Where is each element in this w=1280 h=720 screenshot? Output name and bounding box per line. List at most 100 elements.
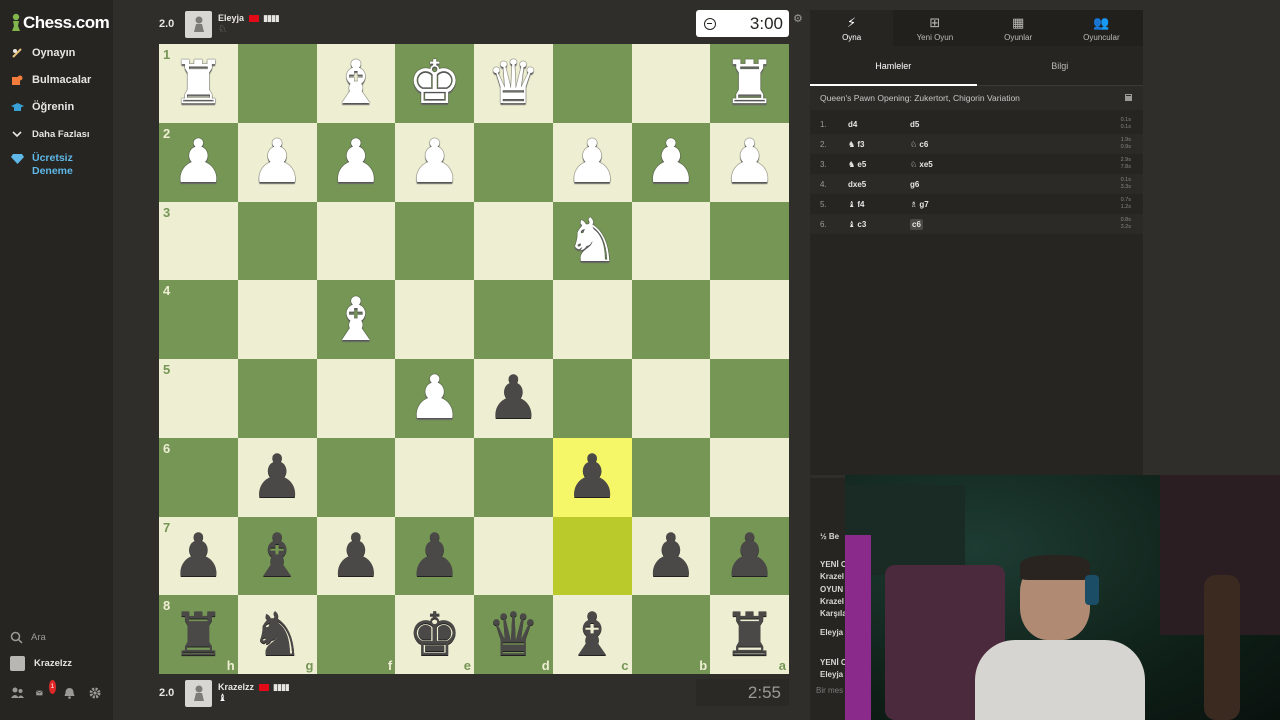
square-c4[interactable]	[552, 280, 632, 359]
white-pawn-piece[interactable]: ♟	[395, 123, 474, 202]
square-g4[interactable]	[237, 280, 317, 359]
square-f2[interactable]: ♟	[316, 122, 396, 202]
square-f7[interactable]: ♟	[316, 516, 396, 596]
white-move[interactable]: ♞ f3	[848, 140, 910, 149]
white-bishop-piece[interactable]: ♝	[317, 44, 396, 123]
black-pawn-piece[interactable]: ♟	[474, 359, 553, 438]
square-a8[interactable]: a ♜	[710, 595, 789, 674]
sidebar-user[interactable]: Krazelzz	[10, 656, 72, 671]
gear-icon[interactable]	[88, 686, 102, 700]
square-d2[interactable]	[474, 122, 553, 202]
square-a3[interactable]	[710, 201, 789, 281]
square-d4[interactable]	[474, 280, 553, 359]
square-h6[interactable]: 6	[159, 437, 238, 517]
white-move[interactable]: dxe5	[848, 180, 910, 189]
square-e5[interactable]: ♟	[395, 359, 474, 438]
black-pawn-piece[interactable]: ♟	[710, 517, 789, 596]
player-name[interactable]: Krazelzz	[218, 682, 254, 692]
tab-moves[interactable]: Hamleler	[810, 46, 977, 86]
black-move[interactable]: d5	[910, 120, 970, 129]
white-move[interactable]: ♞ e5	[848, 160, 910, 169]
square-c7[interactable]	[552, 516, 632, 596]
square-a4[interactable]	[710, 280, 789, 359]
board-settings-gear-icon[interactable]: ⚙	[793, 12, 803, 25]
chat-input[interactable]: Bir mes	[810, 686, 846, 695]
white-rook-piece[interactable]: ♜	[710, 44, 789, 123]
white-pawn-piece[interactable]: ♟	[395, 359, 474, 438]
black-bishop-piece[interactable]: ♝	[553, 595, 632, 674]
tab-info[interactable]: Bilgi	[977, 46, 1144, 85]
black-pawn-piece[interactable]: ♟	[238, 438, 317, 517]
square-c1[interactable]	[552, 44, 632, 123]
black-move[interactable]: ♗ g7	[910, 200, 970, 209]
square-g6[interactable]: ♟	[237, 437, 317, 517]
opening-name[interactable]: Queen's Pawn Opening: Zukertort, Chigori…	[820, 93, 1020, 103]
square-b1[interactable]	[631, 44, 711, 123]
square-f6[interactable]	[316, 437, 396, 517]
white-pawn-piece[interactable]: ♟	[632, 123, 711, 202]
white-pawn-piece[interactable]: ♟	[710, 123, 789, 202]
tab-games[interactable]: ▦ Oyunlar	[977, 10, 1060, 46]
sidebar-item-more[interactable]: Daha Fazlası	[10, 127, 90, 141]
square-d8[interactable]: d ♛	[474, 595, 553, 674]
black-pawn-piece[interactable]: ♟	[317, 517, 396, 596]
white-rook-piece[interactable]: ♜	[159, 44, 238, 123]
square-h4[interactable]: 4	[159, 280, 238, 359]
square-b4[interactable]	[631, 280, 711, 359]
black-pawn-piece[interactable]: ♟	[159, 517, 238, 596]
white-knight-piece[interactable]: ♞	[553, 202, 632, 281]
white-pawn-piece[interactable]: ♟	[238, 123, 317, 202]
square-d6[interactable]	[474, 437, 553, 517]
sidebar-item-learn[interactable]: Öğrenin	[10, 100, 74, 114]
sidebar-item-puzzles[interactable]: Bulmacalar	[10, 73, 91, 87]
square-f5[interactable]	[316, 359, 396, 438]
tab-play[interactable]: ⚡ Oyna	[810, 10, 894, 46]
white-pawn-piece[interactable]: ♟	[317, 123, 396, 202]
square-h5[interactable]: 5	[159, 359, 238, 438]
square-h3[interactable]: 3	[159, 201, 238, 281]
sidebar-item-free-trial[interactable]: Ücretsiz Deneme	[10, 152, 82, 178]
square-d1[interactable]: ♛	[474, 44, 553, 123]
square-g5[interactable]	[237, 359, 317, 438]
square-b7[interactable]: ♟	[631, 516, 711, 596]
black-move[interactable]: ♘ c6	[910, 140, 970, 149]
chess-com-logo[interactable]: Chess.com	[10, 12, 110, 34]
book-icon[interactable]	[1124, 93, 1133, 104]
white-queen-piece[interactable]: ♛	[474, 44, 553, 123]
black-pawn-piece[interactable]: ♟	[553, 438, 632, 517]
mail-icon[interactable]: 1	[36, 680, 56, 700]
square-g1[interactable]	[237, 44, 317, 123]
square-b8[interactable]: b	[631, 595, 711, 674]
square-c6[interactable]: ♟	[552, 437, 632, 517]
square-e6[interactable]	[395, 437, 474, 517]
square-a2[interactable]: ♟	[710, 122, 789, 202]
square-h8[interactable]: 8 h ♜	[159, 595, 238, 674]
white-bishop-piece[interactable]: ♝	[317, 280, 396, 359]
square-c5[interactable]	[552, 359, 632, 438]
square-d3[interactable]	[474, 201, 553, 281]
sidebar-search[interactable]: Ara	[10, 631, 46, 644]
square-a5[interactable]	[710, 359, 789, 438]
square-c3[interactable]: ♞	[552, 201, 632, 281]
black-rook-piece[interactable]: ♜	[159, 595, 238, 674]
square-h7[interactable]: 7 ♟	[159, 516, 238, 596]
black-pawn-piece[interactable]: ♟	[395, 517, 474, 596]
black-knight-piece[interactable]: ♞	[238, 595, 317, 674]
square-d7[interactable]	[474, 516, 553, 596]
avatar[interactable]	[185, 679, 212, 707]
black-rook-piece[interactable]: ♜	[710, 595, 789, 674]
square-b5[interactable]	[631, 359, 711, 438]
square-f1[interactable]: ♝	[316, 44, 396, 123]
square-e4[interactable]	[395, 280, 474, 359]
square-e8[interactable]: e ♚	[395, 595, 474, 674]
chess-board[interactable]: 1 ♜ ♝ ♚ ♛ ♜ 2 ♟ ♟ ♟ ♟ ♟ ♟ ♟ 3 ♞ 4 ♝ 5 ♟ ♟ 6 ♟ ♟ 7 ♟ ♝ ♟ ♟ ♟ ♟ 8 h ♜ g ♞ f e ♚ d…	[159, 44, 789, 674]
square-b2[interactable]: ♟	[631, 122, 711, 202]
square-a1[interactable]: ♜	[710, 44, 789, 123]
black-move[interactable]: g6	[910, 180, 970, 189]
square-c2[interactable]: ♟	[552, 122, 632, 202]
tab-new-game[interactable]: ⊞ Yeni Oyun	[893, 10, 976, 46]
square-b3[interactable]	[631, 201, 711, 281]
square-g2[interactable]: ♟	[237, 122, 317, 202]
black-queen-piece[interactable]: ♛	[474, 595, 553, 674]
square-h1[interactable]: 1 ♜	[159, 44, 238, 123]
